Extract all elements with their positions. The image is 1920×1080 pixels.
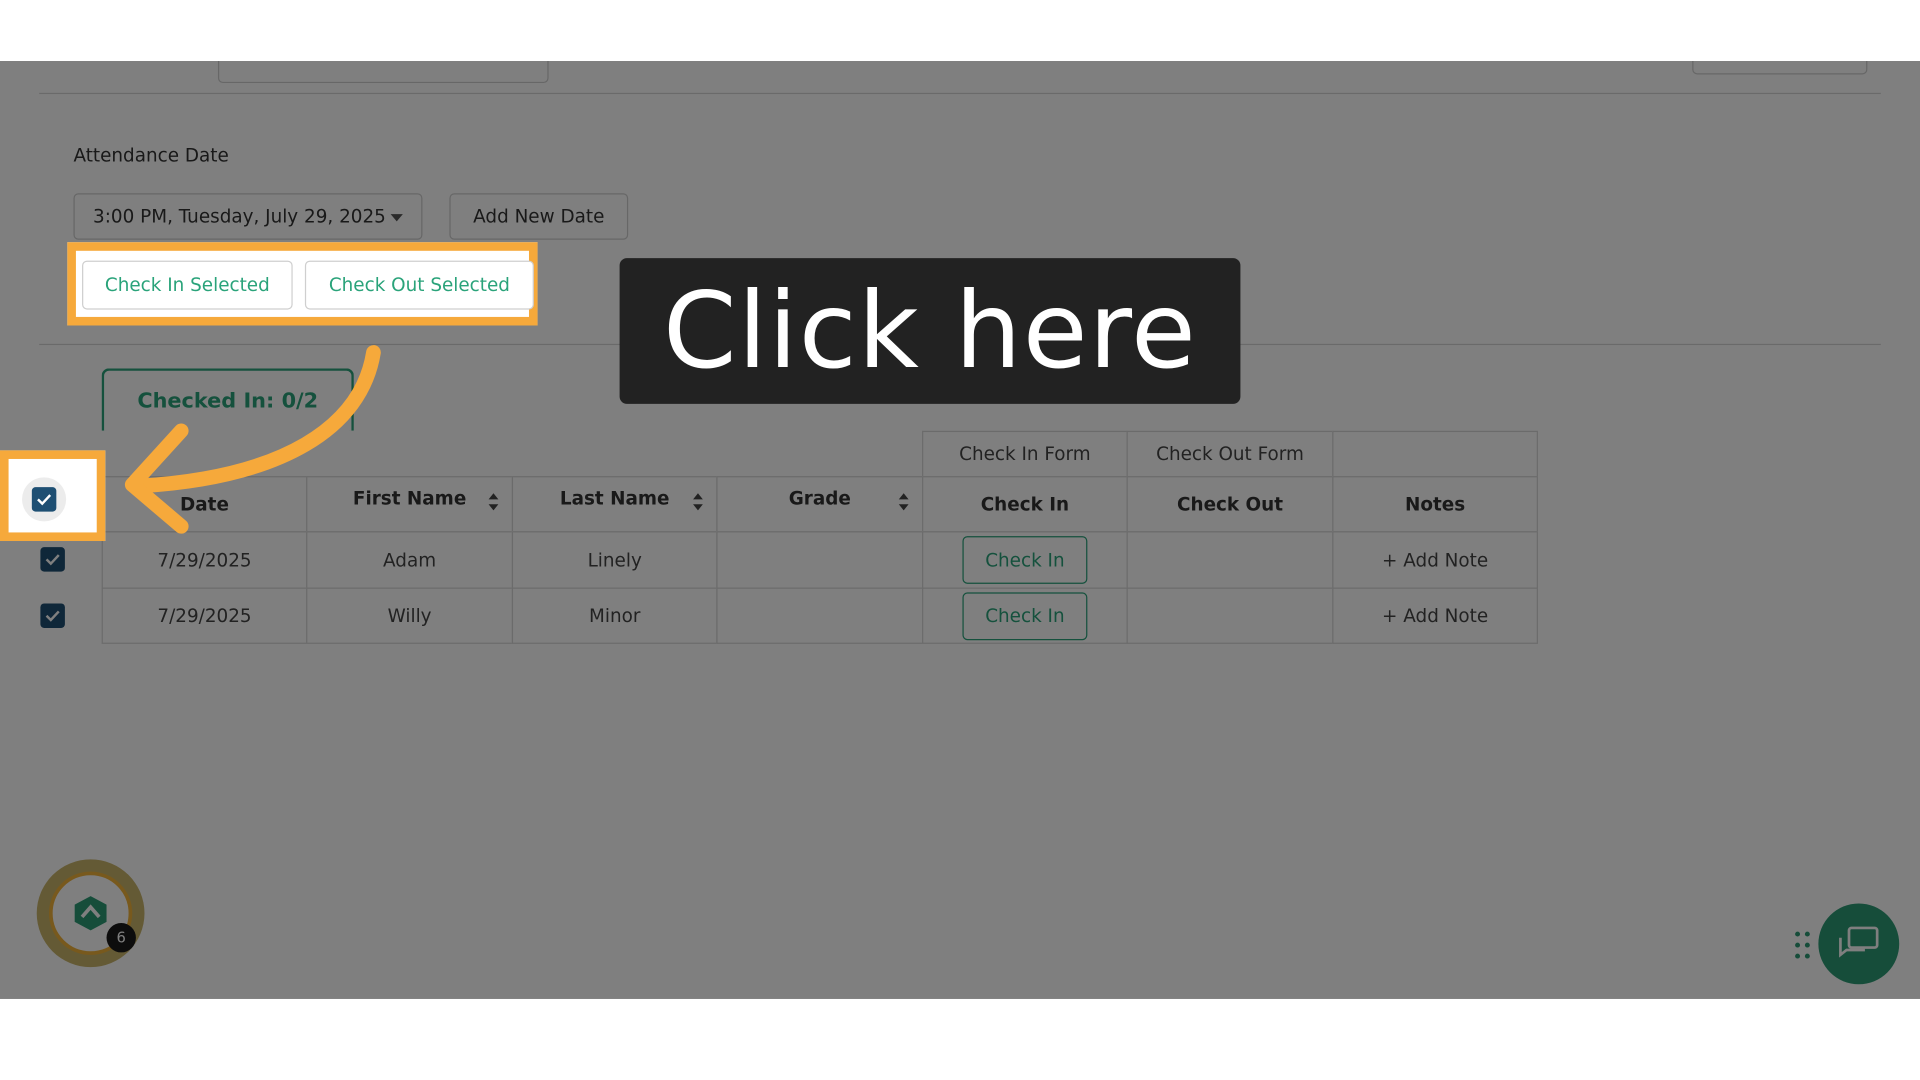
screen-frame: Attendance Date 3:00 PM, Tuesday, July 2… bbox=[0, 61, 1920, 1019]
click-here-callout: Click here bbox=[619, 258, 1241, 404]
app-stage: Attendance Date 3:00 PM, Tuesday, July 2… bbox=[0, 61, 1920, 999]
pointer-arrow bbox=[124, 345, 381, 534]
click-here-text: Click here bbox=[663, 269, 1197, 393]
